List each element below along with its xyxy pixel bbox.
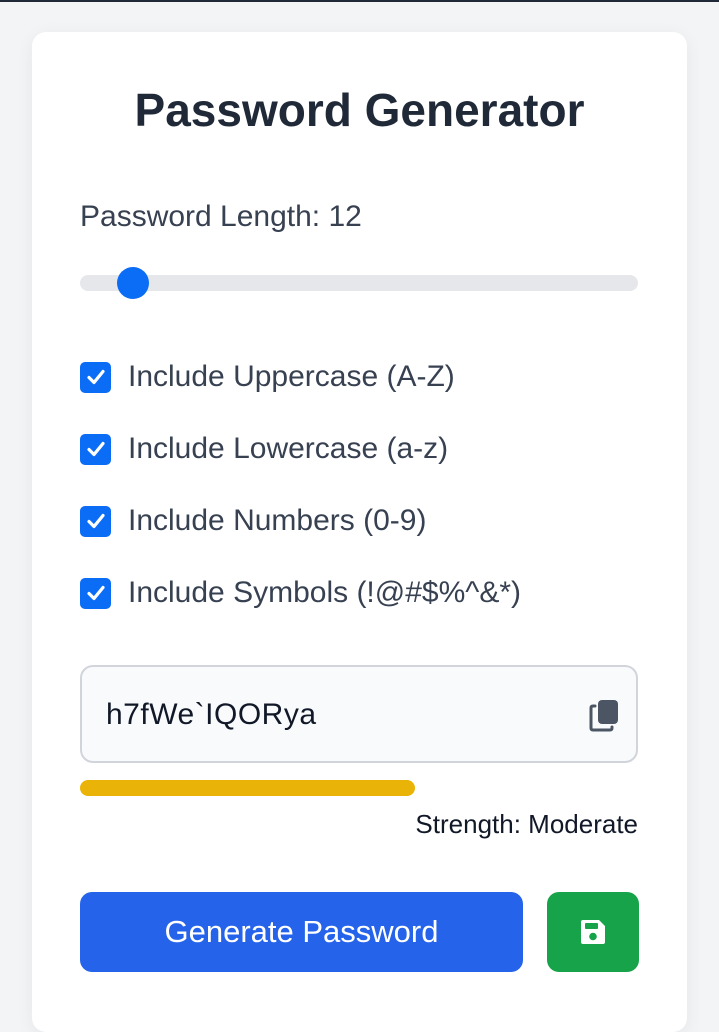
copy-icon[interactable]: [588, 698, 622, 732]
option-uppercase[interactable]: Include Uppercase (A-Z): [80, 357, 455, 397]
checkmark-icon: [86, 513, 105, 529]
length-slider-thumb[interactable]: [117, 267, 149, 299]
password-output-field[interactable]: h7fWe`IQORya: [80, 665, 638, 763]
option-symbols[interactable]: Include Symbols (!@#$%^&*): [80, 573, 521, 613]
length-slider-track[interactable]: [80, 275, 638, 291]
numbers-label: Include Numbers (0-9): [128, 504, 427, 537]
password-value[interactable]: h7fWe`IQORya: [106, 696, 317, 734]
checkmark-icon: [86, 585, 105, 601]
checkmark-icon: [86, 441, 105, 457]
save-button[interactable]: [547, 892, 639, 972]
symbols-label: Include Symbols (!@#$%^&*): [128, 576, 522, 609]
numbers-checkbox[interactable]: [80, 505, 111, 537]
strength-meter-fill: [80, 780, 415, 796]
floppy-disk-icon: [581, 920, 605, 944]
top-border: [0, 0, 719, 2]
password-length-label: Password Length: 12: [80, 200, 362, 233]
uppercase-label: Include Uppercase (A-Z): [128, 360, 455, 393]
option-lowercase[interactable]: Include Lowercase (a-z): [80, 429, 448, 469]
symbols-checkbox[interactable]: [80, 577, 111, 609]
lowercase-label: Include Lowercase (a-z): [128, 432, 449, 465]
page-title: Password Generator: [134, 84, 585, 136]
lowercase-checkbox[interactable]: [80, 433, 111, 465]
checkmark-icon: [86, 369, 105, 385]
strength-label: Strength: Moderate: [415, 809, 638, 839]
generate-password-button[interactable]: Generate Password: [80, 892, 523, 972]
option-numbers[interactable]: Include Numbers (0-9): [80, 501, 426, 541]
strength-meter: [80, 780, 638, 796]
uppercase-checkbox[interactable]: [80, 361, 111, 393]
